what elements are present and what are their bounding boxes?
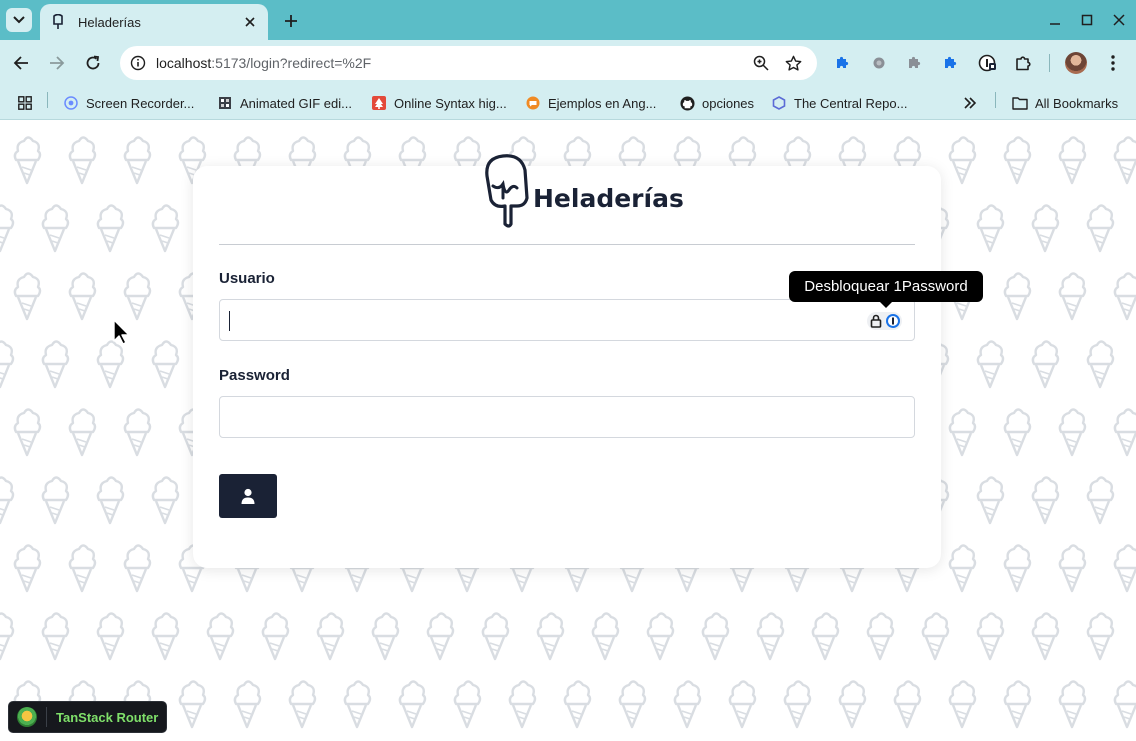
- popsicle-logo-icon: [485, 154, 529, 228]
- bookmarks-bar: Screen Recorder... Animated GIF edi... O…: [0, 86, 1136, 120]
- puzzle-icon[interactable]: [831, 52, 853, 74]
- reload-button[interactable]: [81, 51, 105, 75]
- tree-icon: [371, 95, 387, 111]
- plus-icon: [285, 15, 297, 27]
- bookmarks-separator: [47, 92, 48, 108]
- screen-recorder-icon: [63, 95, 79, 111]
- tab-search-button[interactable]: [6, 8, 32, 32]
- bookmark-label: opciones: [702, 95, 755, 111]
- back-button[interactable]: [9, 51, 33, 75]
- bookmark-syntax-highlight[interactable]: Online Syntax hig...: [371, 92, 507, 114]
- hexagon-icon: [771, 95, 787, 111]
- tab-title: Heladerías: [78, 14, 141, 30]
- password-input[interactable]: [219, 396, 915, 438]
- mouse-cursor-icon: [113, 319, 130, 345]
- more-bookmarks-button[interactable]: [963, 92, 977, 114]
- tab-bar: Heladerías: [0, 0, 1136, 40]
- maximize-button[interactable]: [1076, 10, 1098, 30]
- gif-editor-icon: [217, 95, 233, 111]
- page-content: Heladerías Usuario Password Desbloquear …: [0, 121, 1136, 741]
- close-tab-icon[interactable]: [242, 14, 258, 30]
- close-window-button[interactable]: [1108, 10, 1130, 30]
- password-label: Password: [219, 367, 290, 384]
- all-bookmarks-label: All Bookmarks: [1035, 95, 1119, 111]
- chevron-down-icon: [13, 16, 25, 24]
- maximize-icon: [1081, 14, 1093, 26]
- puzzle-blue-icon[interactable]: [939, 52, 961, 74]
- popsicle-icon: [50, 14, 66, 30]
- bookmark-label: Online Syntax hig...: [394, 95, 507, 111]
- onepassword-tooltip: Desbloquear 1Password: [789, 271, 983, 302]
- url-host: localhost: [156, 55, 212, 71]
- forward-button[interactable]: [45, 51, 69, 75]
- double-chevron-right-icon: [964, 97, 977, 109]
- apps-button[interactable]: [17, 92, 40, 114]
- devtools-label: TanStack Router: [56, 709, 159, 725]
- lock-icon: [870, 314, 882, 328]
- login-card: Heladerías Usuario Password: [193, 154, 941, 568]
- brand-name: Heladerías: [533, 183, 684, 213]
- tanstack-logo-icon: [17, 707, 37, 727]
- menu-kebab-icon[interactable]: [1102, 52, 1124, 74]
- extensions-icon[interactable]: [1012, 52, 1034, 74]
- close-icon: [1113, 14, 1125, 26]
- text-caret: [229, 311, 230, 331]
- bookmark-animated-gif[interactable]: Animated GIF edi...: [217, 92, 352, 114]
- bookmark-central-repo[interactable]: The Central Repo...: [771, 92, 907, 114]
- puzzle-gray-icon[interactable]: [903, 52, 925, 74]
- github-icon: [679, 95, 695, 111]
- bookmark-ejemplos-angular[interactable]: Ejemplos en Ang...: [525, 92, 656, 114]
- chat-bubble-icon: [525, 95, 541, 111]
- bookmark-label: Screen Recorder...: [86, 95, 195, 111]
- all-bookmarks-button[interactable]: All Bookmarks: [1012, 92, 1118, 114]
- tanstack-router-devtools-button[interactable]: TanStack Router: [8, 701, 167, 733]
- bookmark-screen-recorder[interactable]: Screen Recorder...: [63, 92, 194, 114]
- reload-icon: [86, 55, 100, 70]
- folder-icon: [1012, 95, 1028, 111]
- bookmark-label: The Central Repo...: [794, 95, 908, 111]
- circle-extension-icon[interactable]: [868, 52, 890, 74]
- login-submit-button[interactable]: [219, 474, 277, 518]
- header-divider: [219, 244, 915, 245]
- profile-avatar[interactable]: [1065, 52, 1087, 74]
- browser-toolbar: localhost:5173/login?redirect=%2F: [0, 40, 1136, 86]
- devtools-separator: [46, 707, 47, 727]
- onepassword-icon[interactable]: [976, 52, 998, 74]
- minimize-icon: [1050, 23, 1060, 25]
- address-bar[interactable]: localhost:5173/login?redirect=%2F: [120, 46, 817, 80]
- url-path: :5173/login?redirect=%2F: [211, 55, 372, 71]
- toolbar-separator: [1049, 54, 1050, 72]
- user-icon: [241, 488, 255, 504]
- bookmark-opciones[interactable]: opciones: [679, 92, 754, 114]
- site-info-icon[interactable]: [126, 51, 150, 75]
- tooltip-arrow: [880, 302, 892, 308]
- url-text: localhost:5173/login?redirect=%2F: [156, 55, 371, 71]
- new-tab-button[interactable]: [280, 10, 302, 32]
- minimize-button[interactable]: [1044, 10, 1066, 30]
- username-input[interactable]: [219, 299, 915, 341]
- bookmark-label: Ejemplos en Ang...: [548, 95, 657, 111]
- bookmark-label: Animated GIF edi...: [240, 95, 352, 111]
- username-label: Usuario: [219, 270, 275, 287]
- apps-grid-icon: [17, 95, 33, 111]
- active-tab[interactable]: Heladerías: [40, 4, 268, 40]
- brand: Heladerías: [481, 152, 684, 232]
- bookmark-star-icon[interactable]: [783, 53, 803, 73]
- arrow-right-icon: [50, 56, 65, 70]
- onepassword-inline-button[interactable]: [867, 312, 902, 330]
- bookmarks-separator: [995, 92, 996, 108]
- arrow-left-icon: [13, 56, 28, 70]
- zoom-icon[interactable]: [751, 53, 771, 73]
- onepassword-icon: [886, 314, 900, 328]
